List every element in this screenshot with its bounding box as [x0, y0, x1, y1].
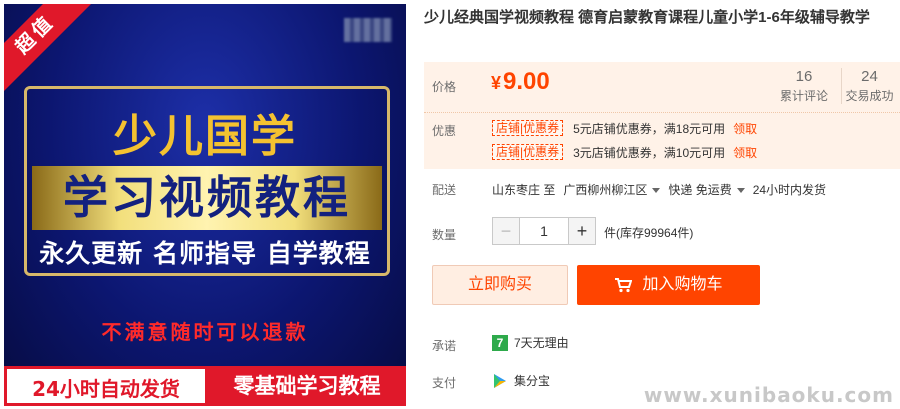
- cart-icon: [615, 277, 633, 292]
- ship-method-select[interactable]: 快递 免运费: [668, 181, 745, 198]
- price-promo-box: 价格 ¥9.00 16 累计评论 24 交易成功 优惠 店铺|优惠券 5元店铺优…: [424, 62, 900, 169]
- image-title-line1: 少儿国学: [113, 111, 297, 162]
- image-bottom-left: 24小时自动发货: [4, 366, 208, 406]
- ship-from: 山东枣庄 至: [492, 183, 556, 197]
- product-title: 少儿经典国学视频教程 德育启蒙教育课程儿童小学1-6年级辅导教学: [424, 9, 870, 26]
- jifenbao-icon: [494, 373, 506, 388]
- image-title-band: 学习视频教程: [32, 166, 382, 230]
- product-info: 少儿经典国学视频教程 德育启蒙教育课程儿童小学1-6年级辅导教学 价格 ¥9.0…: [424, 0, 900, 409]
- image-title-line2: 学习视频教程: [62, 171, 351, 224]
- quantity-input[interactable]: 1: [520, 217, 568, 245]
- review-stat[interactable]: 16 累计评论: [774, 68, 834, 104]
- payment-row[interactable]: 集分宝: [492, 372, 550, 389]
- payment-label: 支付: [432, 376, 457, 390]
- seven-day-return-icon: 7: [492, 334, 508, 351]
- coupon-text: 5元店铺优惠券，满18元可用: [573, 121, 726, 136]
- promise-label: 承诺: [432, 339, 457, 353]
- trade-stat[interactable]: 24 交易成功: [841, 68, 897, 104]
- product-image[interactable]: 超值 少儿国学 学习视频教程 永久更新 名师指导 自学教程 不满意随时可以退款 …: [4, 4, 406, 406]
- image-guarantee: 不满意随时可以退款: [101, 320, 309, 344]
- trade-count: 24: [861, 68, 878, 85]
- coupon-tag: 店铺|优惠券: [492, 144, 564, 160]
- quantity-decrease-button[interactable]: −: [492, 217, 520, 245]
- chevron-down-icon: [736, 188, 745, 194]
- ship-method: 快递 免运费: [668, 183, 732, 197]
- claim-coupon-link[interactable]: 领取: [733, 120, 757, 137]
- image-bottom-band: 24小时自动发货 零基础学习教程: [4, 366, 406, 406]
- coupon-text: 3元店铺优惠券，满10元可用: [573, 145, 726, 160]
- add-to-cart-button[interactable]: 加入购物车: [577, 265, 760, 305]
- coupon-item: 店铺|优惠券 3元店铺优惠券，满10元可用 领取: [492, 144, 757, 160]
- stock-info: 件(库存99964件): [604, 226, 694, 240]
- coupon-label: 优惠: [432, 124, 457, 138]
- site-watermark: www.xunibaoku.com: [643, 383, 894, 407]
- shipping-row: 山东枣庄 至 广西柳州柳江区 快递 免运费 24小时内发货: [492, 181, 826, 198]
- ship-destination: 广西柳州柳江区: [563, 183, 648, 197]
- quantity-label: 数量: [432, 228, 457, 242]
- promise-row[interactable]: 7 7天无理由: [492, 334, 569, 351]
- promise-text: 7天无理由: [514, 336, 569, 350]
- coupon-tag: 店铺|优惠券: [492, 120, 564, 136]
- chevron-down-icon: [652, 188, 661, 194]
- ship-dispatch: 24小时内发货: [752, 183, 827, 197]
- image-features: 永久更新 名师指导 自学教程: [39, 239, 371, 268]
- review-count: 16: [795, 68, 813, 85]
- promo-divider: [424, 112, 900, 113]
- price-value: ¥9.00: [491, 68, 550, 96]
- buy-now-button[interactable]: 立即购买: [432, 265, 568, 305]
- review-label: 累计评论: [779, 89, 828, 103]
- blurred-logo: [344, 18, 392, 42]
- quantity-increase-button[interactable]: +: [568, 217, 596, 245]
- add-to-cart-label: 加入购物车: [642, 276, 723, 293]
- payment-text: 集分宝: [514, 374, 551, 388]
- shipping-label: 配送: [432, 183, 457, 197]
- ship-destination-select[interactable]: 广西柳州柳江区: [563, 181, 661, 198]
- quantity-stepper: − 1 +: [492, 217, 596, 245]
- price-amount: 9.00: [503, 68, 550, 95]
- image-bottom-right: 零基础学习教程: [208, 366, 406, 406]
- currency-symbol: ¥: [491, 73, 502, 93]
- price-label: 价格: [432, 80, 457, 94]
- trade-label: 交易成功: [845, 89, 894, 103]
- coupon-item: 店铺|优惠券 5元店铺优惠券，满18元可用 领取: [492, 120, 757, 136]
- value-corner-badge: 超值: [4, 4, 98, 97]
- claim-coupon-link[interactable]: 领取: [733, 144, 757, 161]
